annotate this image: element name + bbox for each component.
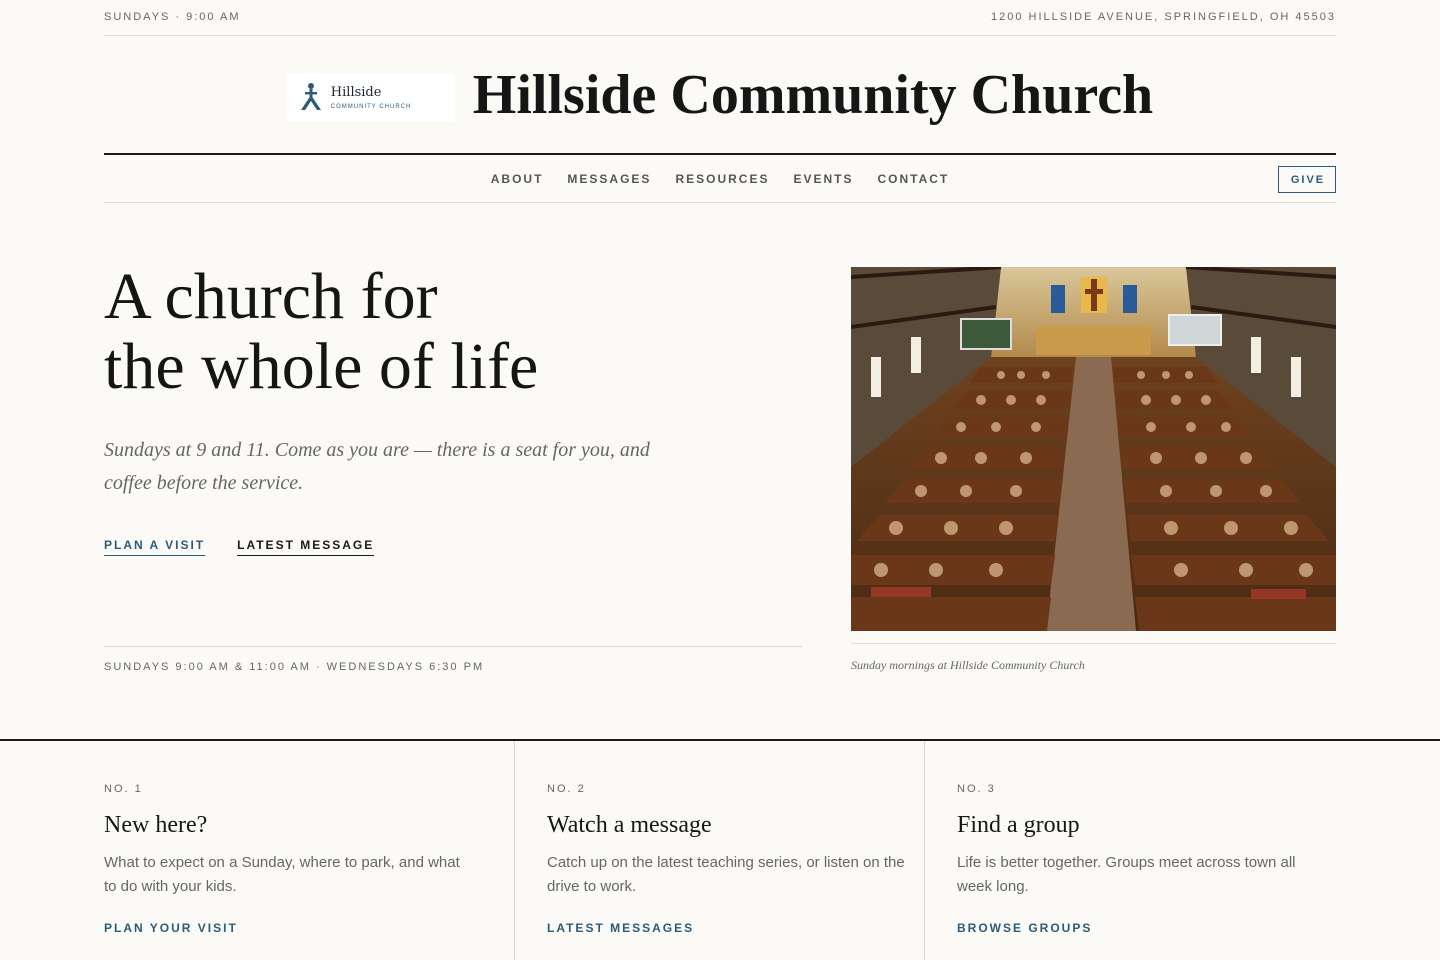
feature-cards: NO. 1 New here? What to expect on a Sund… <box>0 739 1440 960</box>
service-hours: SUNDAYS 9:00 AM & 11:00 AM · WEDNESDAYS … <box>104 646 803 673</box>
nav-item-contact[interactable]: CONTACT <box>877 172 949 186</box>
nav-item-resources[interactable]: RESOURCES <box>675 172 769 186</box>
feature-description: Life is better together. Groups meet acr… <box>957 854 1296 895</box>
hero-actions: PLAN A VISIT LATEST MESSAGE <box>104 538 804 556</box>
feature-card-new-here: NO. 1 New here? What to expect on a Sund… <box>0 741 515 960</box>
church-address[interactable]: 1200 HILLSIDE AVENUE, SPRINGFIELD, OH 45… <box>991 11 1336 23</box>
logo-subtitle: COMMUNITY CHURCH <box>330 103 412 110</box>
feature-description: Catch up on the latest teaching series, … <box>547 854 905 895</box>
nav-item-messages[interactable]: MESSAGES <box>567 172 651 186</box>
latest-message-link[interactable]: LATEST MESSAGE <box>237 538 375 556</box>
church-logo[interactable]: Hillside COMMUNITY CHURCH <box>286 73 455 121</box>
feature-title: Watch a message <box>547 812 712 838</box>
feature-description: What to expect on a Sunday, where to par… <box>104 854 460 895</box>
nav-links: ABOUT MESSAGES RESOURCES EVENTS CONTACT <box>491 172 950 186</box>
service-time: SUNDAYS · 9:00 AM <box>104 10 241 23</box>
plan-your-visit-link[interactable]: PLAN YOUR VISIT <box>104 921 238 935</box>
feature-number: NO. 1 <box>104 783 143 795</box>
feature-card-watch-message: NO. 2 Watch a message Catch up on the la… <box>515 741 925 960</box>
feature-card-find-group: NO. 3 Find a group Life is better togeth… <box>925 741 1440 960</box>
sanctuary-photo <box>851 267 1336 631</box>
photo-caption: Sunday mornings at Hillside Community Ch… <box>851 643 1336 673</box>
logo-name: Hillside <box>330 84 382 100</box>
give-button[interactable]: GIVE <box>1278 166 1336 193</box>
hero-title-line-2: the whole of life <box>104 330 539 403</box>
cross-figure-icon <box>300 83 321 110</box>
latest-messages-link[interactable]: LATEST MESSAGES <box>547 921 694 935</box>
nav-item-about[interactable]: ABOUT <box>491 172 544 186</box>
hero-title: A church for the whole of life <box>104 262 804 402</box>
site-title[interactable]: Hillside Community Church <box>473 67 1153 123</box>
main-nav: ABOUT MESSAGES RESOURCES EVENTS CONTACT … <box>104 153 1336 203</box>
hero-section: A church for the whole of life Sundays a… <box>104 262 804 556</box>
hero-subtitle: Sundays at 9 and 11. Come as you are — t… <box>104 439 650 494</box>
feature-title: New here? <box>104 812 208 838</box>
sanctuary-illustration <box>851 267 1336 631</box>
plan-visit-link[interactable]: PLAN A VISIT <box>104 538 206 556</box>
nav-item-events[interactable]: EVENTS <box>793 172 853 186</box>
masthead: Hillside COMMUNITY CHURCH Hillside Commu… <box>104 36 1336 154</box>
browse-groups-link[interactable]: BROWSE GROUPS <box>957 921 1092 935</box>
feature-number: NO. 2 <box>547 783 586 795</box>
feature-title: Find a group <box>957 812 1080 838</box>
hero-title-line-1: A church for <box>104 260 438 333</box>
feature-number: NO. 3 <box>957 783 996 795</box>
top-info-bar: SUNDAYS · 9:00 AM 1200 HILLSIDE AVENUE, … <box>104 0 1336 36</box>
